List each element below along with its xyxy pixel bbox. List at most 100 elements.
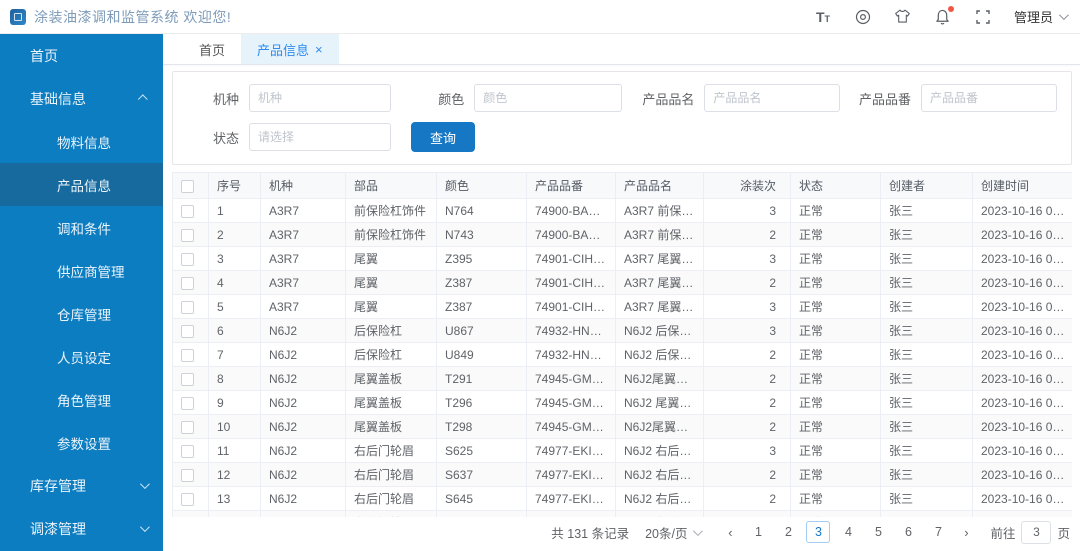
table-cell: 74901-CIHK00... <box>526 294 616 319</box>
column-header: 序号 <box>208 172 261 199</box>
user-menu[interactable]: 管理员 <box>1014 7 1069 26</box>
table-cell: 右后门轮眉 <box>345 486 437 511</box>
row-checkbox[interactable] <box>181 348 194 362</box>
search-button[interactable]: 查询 <box>411 122 476 152</box>
page-number-2[interactable]: 2 <box>776 521 800 543</box>
page-number-4[interactable]: 4 <box>836 521 860 543</box>
status-select[interactable] <box>249 123 391 151</box>
row-checkbox[interactable] <box>181 372 194 386</box>
table-cell: 74977-EKIJM0... <box>526 462 616 487</box>
sidebar-item-9[interactable]: 参数设置 <box>0 421 163 464</box>
sidebar-item-8[interactable]: 角色管理 <box>0 378 163 421</box>
row-checkbox[interactable] <box>181 324 194 338</box>
table-cell: 正常 <box>790 342 881 367</box>
table-cell: 2023-10-16 00:... <box>972 414 1072 439</box>
filter-status: 状态 <box>173 123 391 151</box>
table-cell: A3R7 尾翼Z395... <box>615 246 704 271</box>
machine-input[interactable] <box>249 84 391 112</box>
table-cell: N6J2 尾翼盖板... <box>615 390 704 415</box>
table-cell: N6J2 后保险杠... <box>615 342 704 367</box>
table-cell: 后保险杠 <box>345 318 437 343</box>
page-number-5[interactable]: 5 <box>866 521 890 543</box>
table-cell: 2023-10-16 00:... <box>972 366 1072 391</box>
table-row[interactable]: 10 N6J2 尾翼盖板 T298 74945-GMLO0... N6J2尾翼盖板... 2… <box>172 414 1072 439</box>
table-row[interactable]: 7N6J2后保险杠U84974932-HNMP0...N6J2 后保险杠...2… <box>172 342 1072 367</box>
sidebar-item-7[interactable]: 人员设定 <box>0 335 163 378</box>
row-checkbox[interactable] <box>181 204 194 218</box>
sidebar-item-1[interactable]: 基础信息 <box>0 77 163 120</box>
tab-home[interactable]: 首页 <box>183 34 241 64</box>
page-number-1[interactable]: 1 <box>746 521 770 543</box>
table-row[interactable]: 9N6J2尾翼盖板T29674945-GMLO0...N6J2 尾翼盖板...2… <box>172 390 1072 415</box>
table-cell: 张三 <box>880 198 973 223</box>
sidebar-item-11[interactable]: 调漆管理 <box>0 507 163 550</box>
column-header: 涂装次 <box>703 172 791 199</box>
table-cell: N6J2 <box>260 414 346 439</box>
table-cell: 张三 <box>880 246 973 271</box>
table-cell: N6J2 <box>260 318 346 343</box>
row-checkbox[interactable] <box>181 420 194 434</box>
font-size-icon[interactable]: TT <box>814 8 832 26</box>
table-cell: 正常 <box>790 414 881 439</box>
sidebar-item-3[interactable]: 产品信息 <box>0 163 163 206</box>
row-checkbox[interactable] <box>181 396 194 410</box>
table-row[interactable]: 8 N6J2 尾翼盖板 T291 74945-GMLO0... N6J2尾翼盖板... 2 正… <box>172 366 1072 391</box>
table-cell: 8 <box>208 366 261 391</box>
table-row[interactable]: 3A3R7尾翼Z39574901-CIHK00...A3R7 尾翼Z395...… <box>172 246 1072 271</box>
page-number-3[interactable]: 3 <box>806 521 831 543</box>
table-header-row: 序号 机种 部品 颜色 产品品番 产品品名 涂装次 状态 创建者 创建时间 <box>172 172 1072 199</box>
row-checkbox[interactable] <box>181 300 194 314</box>
tab-close-icon[interactable]: × <box>315 43 323 56</box>
page-number-7[interactable]: 7 <box>926 521 950 543</box>
sidebar-item-5[interactable]: 供应商管理 <box>0 249 163 292</box>
row-checkbox[interactable] <box>181 252 194 266</box>
table-cell: 正常 <box>790 390 881 415</box>
chevron-down-icon <box>693 525 704 536</box>
sidebar-item-6[interactable]: 仓库管理 <box>0 292 163 335</box>
table-row[interactable]: 2A3R7前保险杠饰件N74374900-BAHG00...A3R7 前保险杠.… <box>172 222 1072 247</box>
table-cell: 前保险杠饰件 <box>345 198 437 223</box>
row-checkbox[interactable] <box>181 468 194 482</box>
sidebar-item-4[interactable]: 调和条件 <box>0 206 163 249</box>
table-row[interactable]: 1A3R7前保险杠饰件N76474900-BAHG00...A3R7 前保险杠.… <box>172 198 1072 223</box>
sidebar-item-label: 仓库管理 <box>57 307 111 323</box>
table-row[interactable]: 13N6J2右后门轮眉S64574977-EKIJM0...N6J2 右后门轮.… <box>172 486 1072 511</box>
sidebar-item-10[interactable]: 库存管理 <box>0 464 163 507</box>
color-input[interactable] <box>474 84 623 112</box>
page-size-select[interactable]: 20条/页 <box>645 523 704 542</box>
sidebar-item-0[interactable]: 首页 <box>0 34 163 77</box>
app-window: 涂装油漆调和监管系统 欢迎您! TT 管理员 首页 基础信息 物料信息 产品信息… <box>0 0 1080 551</box>
table-cell: 尾翼 <box>345 270 437 295</box>
sidebar-item-2[interactable]: 物料信息 <box>0 120 163 163</box>
page-size-value: 20条/页 <box>645 526 688 541</box>
row-checkbox[interactable] <box>181 228 194 242</box>
next-page-button[interactable]: › <box>956 525 976 540</box>
product-no-input[interactable] <box>921 84 1058 112</box>
column-header: 产品品名 <box>615 172 704 199</box>
select-all-checkbox[interactable] <box>181 179 194 193</box>
row-checkbox[interactable] <box>181 444 194 458</box>
table-cell: A3R7 尾翼Z387... <box>615 270 704 295</box>
sidebar: 首页 基础信息 物料信息 产品信息 调和条件 供应商管理仓库管理人员设定 角色管理 参数设置库… <box>0 34 163 551</box>
row-checkbox[interactable] <box>181 276 194 290</box>
table-row[interactable]: 6N6J2后保险杠U86774932-HNMP0...N6J2 后保险杠...3… <box>172 318 1072 343</box>
table-row[interactable]: 12N6J2右后门轮眉S63774977-EKIJM0...N6J2 右后门轮.… <box>172 462 1072 487</box>
table-row[interactable]: 11N6J2右后门轮眉S62574977-EKIJM0...N6J2 右后门轮.… <box>172 438 1072 463</box>
notification-bell-icon[interactable] <box>934 5 954 26</box>
table-cell: N6J2 <box>260 366 346 391</box>
page-number-6[interactable]: 6 <box>896 521 920 543</box>
row-checkbox[interactable] <box>181 492 194 506</box>
table-cell: A3R7 <box>260 270 346 295</box>
product-name-input[interactable] <box>704 84 841 112</box>
table-row[interactable]: 4A3R7尾翼Z38774901-CIHK00...A3R7 尾翼Z387...… <box>172 270 1072 295</box>
prev-page-button[interactable]: ‹ <box>720 525 740 540</box>
fullscreen-icon[interactable] <box>974 8 992 26</box>
guide-icon[interactable] <box>854 8 872 26</box>
table-row[interactable]: 5A3R7尾翼Z38774901-CIHK00...A3R7 尾翼Z387...… <box>172 294 1072 319</box>
tab-product-info[interactable]: 产品信息 × <box>241 34 339 64</box>
table-cell: A3R7 前保险杠... <box>615 222 704 247</box>
theme-skin-icon[interactable] <box>894 8 912 26</box>
table-cell: 2023-10-16 00:... <box>972 294 1072 319</box>
table-cell: N6J2 <box>260 486 346 511</box>
jump-page-input[interactable] <box>1021 520 1052 544</box>
